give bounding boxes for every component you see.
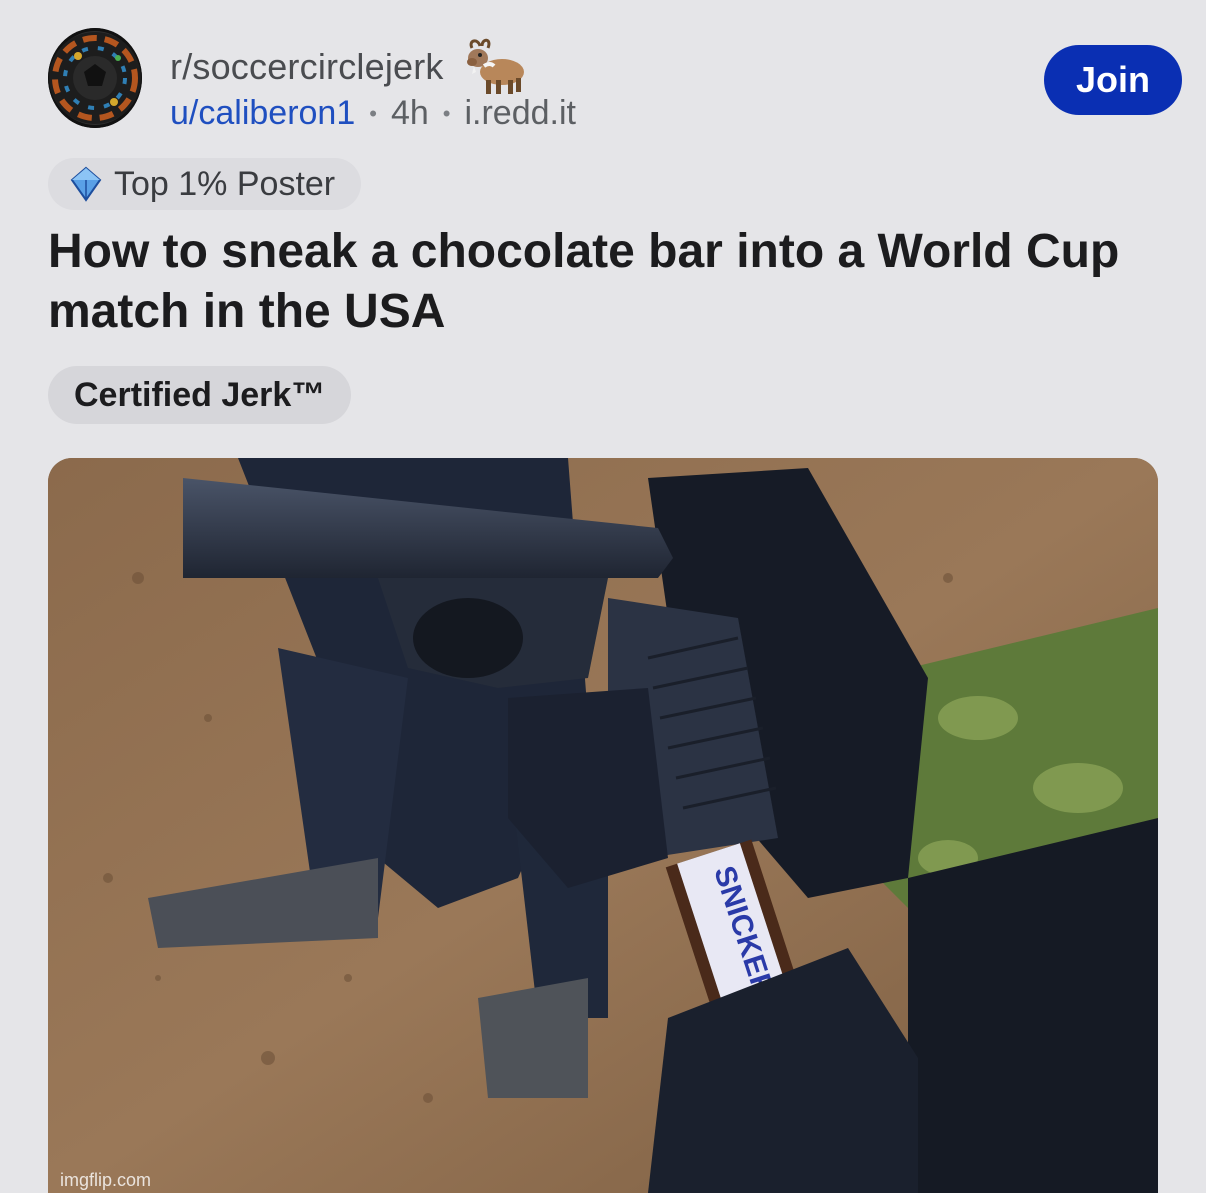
- meta-separator: •: [442, 100, 451, 126]
- goat-icon: [458, 38, 528, 96]
- post-meta: u/caliberon1 • 4h • i.redd.it: [170, 94, 576, 133]
- subreddit-avatar[interactable]: [48, 28, 142, 128]
- post-domain[interactable]: i.redd.it: [464, 94, 576, 133]
- author-username[interactable]: u/caliberon1: [170, 94, 355, 133]
- post-image[interactable]: SNICKERS imgflip.com: [48, 458, 1158, 1193]
- post-title[interactable]: How to sneak a chocolate bar into a Worl…: [48, 222, 1168, 342]
- join-button[interactable]: Join: [1044, 45, 1182, 115]
- subreddit-name[interactable]: r/soccercirclejerk: [170, 46, 444, 88]
- top-poster-badge[interactable]: Top 1% Poster: [48, 158, 362, 210]
- image-watermark: imgflip.com: [60, 1170, 152, 1190]
- badge-label: Top 1% Poster: [114, 164, 336, 203]
- post-age: 4h: [390, 94, 429, 132]
- post-flair[interactable]: Certified Jerk™: [48, 366, 352, 424]
- meta-separator: •: [369, 100, 377, 126]
- subreddit-row: r/soccercirclejerk: [170, 38, 528, 96]
- diamond-icon: [66, 164, 106, 204]
- post-image-content: SNICKERS: [48, 458, 1158, 1193]
- subreddit-avatar-image: [49, 32, 141, 124]
- reddit-post: r/soccercirclejerk u/caliberon1 • 4h • i…: [0, 0, 1206, 1193]
